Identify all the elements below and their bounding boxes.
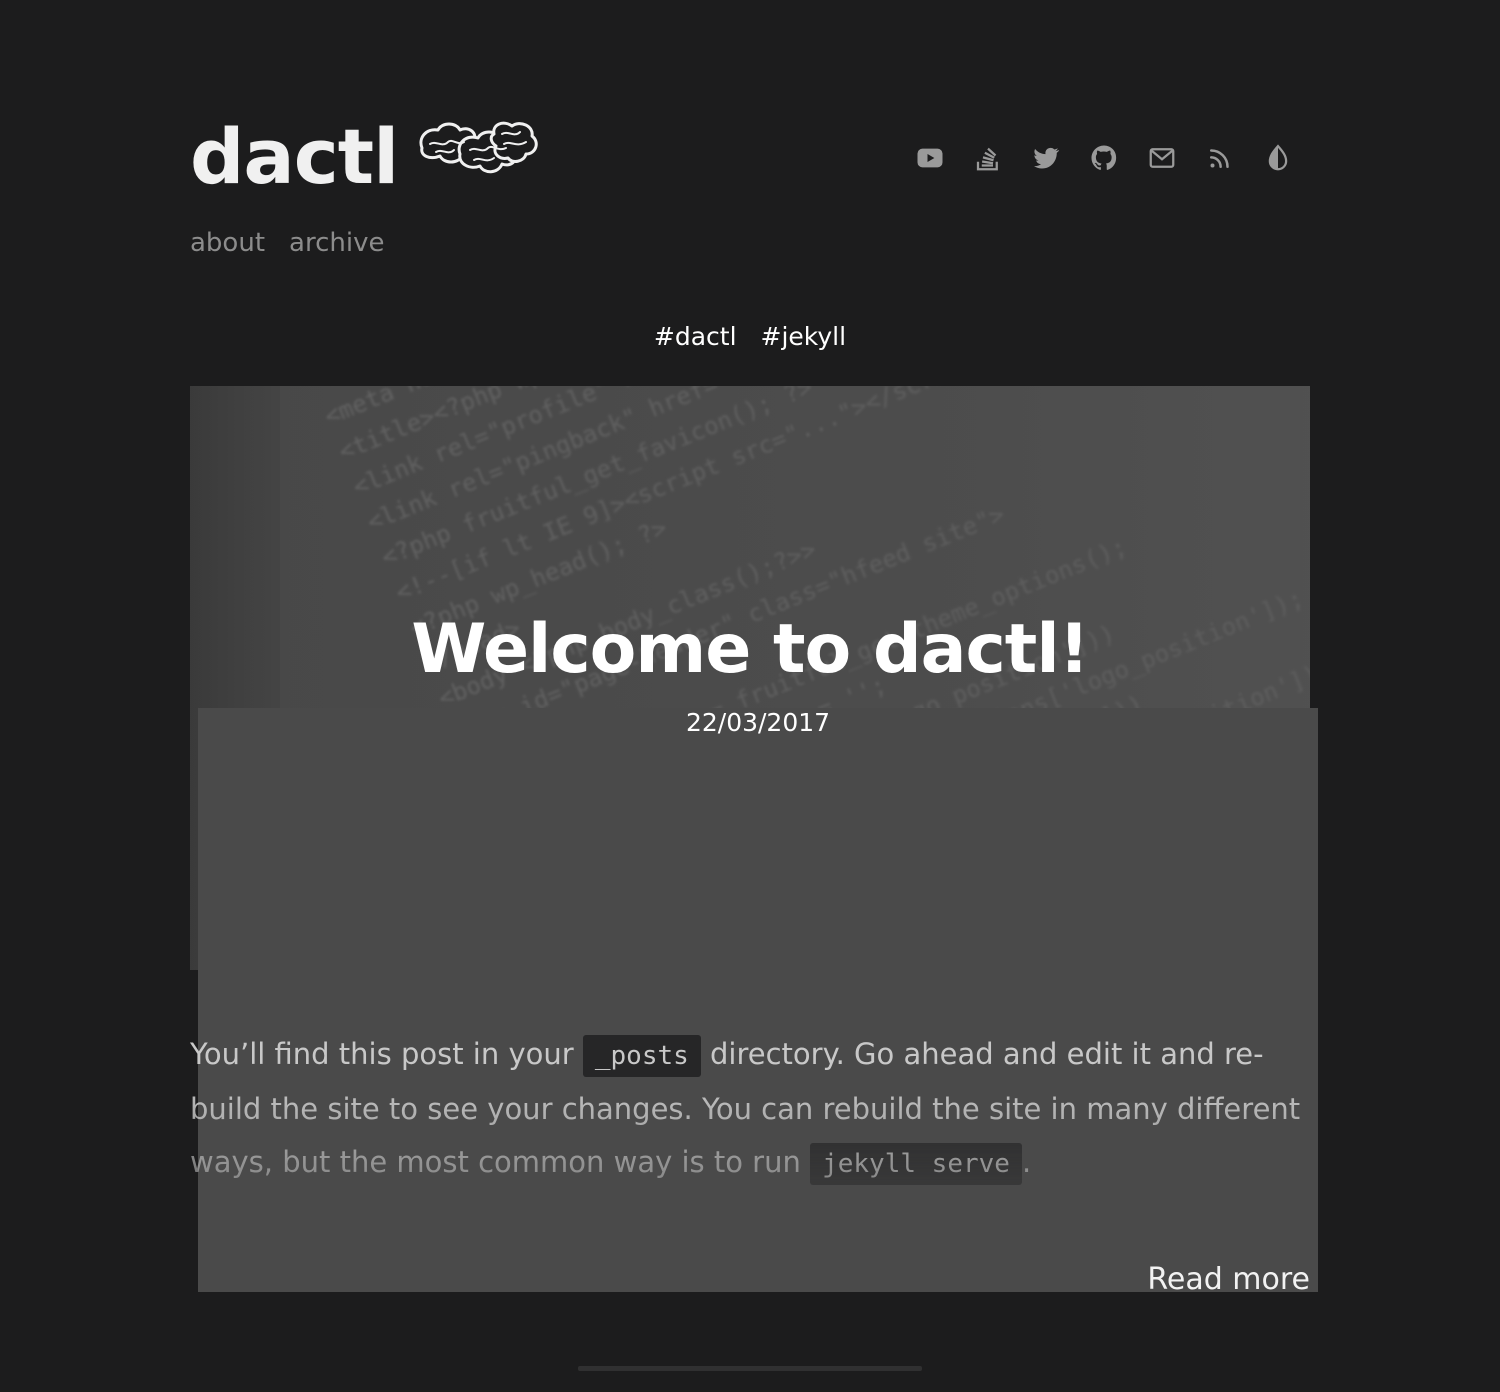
tag-link-jekyll[interactable]: #jekyll [761,322,847,351]
twitter-icon [1034,147,1060,169]
mail-icon [1149,148,1175,168]
tag-link-dactl[interactable]: #dactl [654,322,737,351]
email-link[interactable] [1144,140,1180,176]
site-title-link[interactable]: dactl [190,112,542,202]
nav-about-link[interactable]: about [190,228,265,258]
post-divider [578,1366,922,1371]
rss-icon [1210,149,1229,168]
excerpt-text-3: . [1021,1145,1032,1179]
inline-code-posts: _posts [582,1035,701,1077]
stackoverflow-link[interactable] [970,140,1006,176]
social-links [912,140,1296,176]
site-name: dactl [190,112,399,201]
excerpt-text-1: You’ll find this post in your [190,1037,583,1071]
read-more-link[interactable]: Read more [1147,1262,1310,1297]
stackoverflow-icon [976,147,998,171]
youtube-link[interactable] [912,140,948,176]
twitter-link[interactable] [1028,140,1064,176]
theme-toggle-link[interactable] [1260,140,1296,176]
youtube-icon [917,148,943,168]
brain-logo-icon [419,121,538,174]
nav-archive-link[interactable]: archive [289,228,384,258]
main-nav: about archive [190,228,384,258]
theme-toggle-icon [1268,144,1288,171]
inline-code-jekyll-serve: jekyll serve [810,1143,1022,1185]
post-hero-image[interactable]: 22/03/2017 [198,708,1318,1292]
post-date: 22/03/2017 [685,708,831,737]
post-excerpt: You’ll find this post in your _posts dir… [190,1028,1310,1191]
github-link[interactable] [1086,140,1122,176]
page: dactl about archive Welcome to dactl! 22… [0,0,1500,1392]
post-meta: 22/03/2017 #dactl #jekyll [0,322,1500,1292]
rss-link[interactable] [1202,140,1238,176]
github-icon [1091,145,1117,170]
post-title: Welcome to dactl! [411,610,1089,689]
